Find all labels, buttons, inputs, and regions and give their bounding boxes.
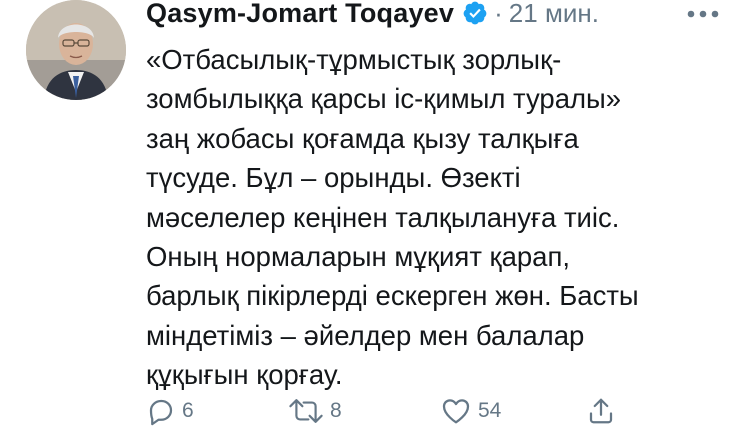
retweet-icon: [288, 396, 324, 426]
tweet-text-line: барлық пікірлерді ескерген жөн. Басты: [146, 280, 639, 312]
tweet-timestamp[interactable]: 21 мин.: [509, 0, 599, 29]
reply-icon: [146, 396, 176, 426]
tweet-text-line: мәселелер кеңінен талқылануға тиіс.: [146, 201, 620, 233]
tweet-text-line: зомбылыққа қарсы іс-қимыл туралы»: [146, 83, 622, 115]
tweet-text-line: заң жобасы қоғамда қызу талқыға: [146, 122, 579, 154]
tweet-header: Qasym-Jomart Toqayev · 21 мин.: [146, 0, 599, 35]
tweet-text: «Отбасылық-тұрмыстық зорлық- зомбылыққа …: [146, 40, 726, 395]
tweet-text-line: құқығын қорғау.: [146, 359, 343, 391]
reply-button[interactable]: 6: [146, 391, 194, 431]
author-name[interactable]: Qasym-Jomart Toqayev: [146, 0, 454, 29]
share-icon: [586, 396, 616, 426]
avatar[interactable]: [26, 0, 126, 100]
tweet-text-line: Оның нормаларын мұқият қарап,: [146, 241, 570, 273]
heart-icon: [440, 395, 472, 427]
tweet-text-line: түсуде. Бұл – орынды. Өзекті: [146, 162, 521, 194]
avatar-portrait-icon: [26, 0, 126, 100]
verified-badge-icon: [462, 0, 488, 26]
tweet[interactable]: Qasym-Jomart Toqayev · 21 мин. «Отбасылы…: [0, 0, 741, 445]
reply-count: 6: [182, 399, 194, 422]
separator-dot: ·: [494, 0, 503, 28]
more-options-icon[interactable]: [683, 4, 723, 24]
tweet-text-line: міндетіміз – әйелдер мен балалар: [146, 319, 585, 351]
like-count: 54: [478, 399, 502, 422]
tweet-text-line: «Отбасылық-тұрмыстық зорлық-: [146, 44, 562, 75]
retweet-count: 8: [330, 399, 342, 422]
tweet-actions: 6 8 54: [146, 391, 626, 431]
retweet-button[interactable]: 8: [288, 391, 342, 431]
like-button[interactable]: 54: [440, 391, 501, 431]
share-button[interactable]: [586, 391, 616, 431]
